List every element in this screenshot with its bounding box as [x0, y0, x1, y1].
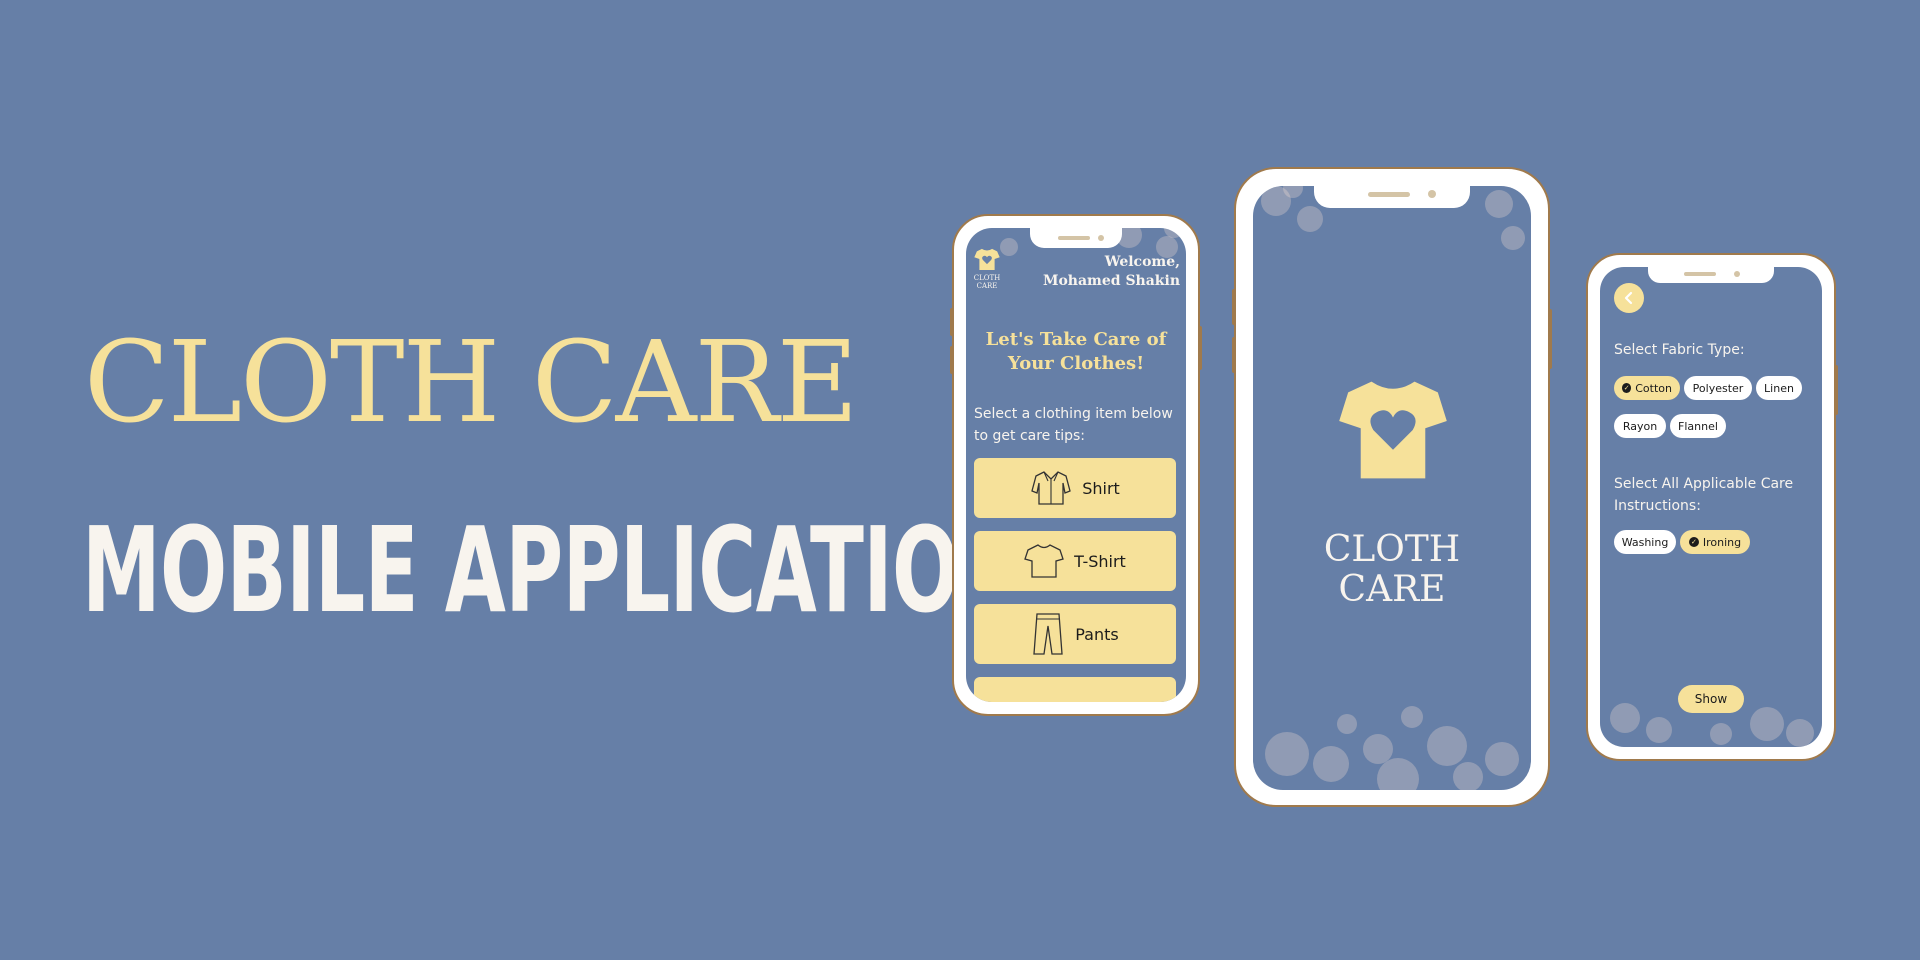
phone-splash: CLOTH CARE: [1232, 167, 1552, 807]
fabric-chip-polyester[interactable]: Polyester: [1684, 376, 1752, 400]
phone-notch: [1648, 267, 1774, 283]
options-screen: Select Fabric Type: ✓ Cotton Polyester L…: [1600, 267, 1822, 747]
fabric-chip-cotton[interactable]: ✓ Cotton: [1614, 376, 1680, 400]
fabric-chip-rayon[interactable]: Rayon: [1614, 414, 1666, 438]
tshirt-icon: [1024, 544, 1064, 578]
app-logo: CLOTH CARE: [972, 248, 1002, 290]
fabric-type-label: Select Fabric Type:: [1614, 342, 1745, 358]
home-heading: Let's Take Care of Your Clothes!: [966, 328, 1186, 376]
pants-button[interactable]: Pants: [974, 604, 1176, 664]
chip-label: Washing: [1621, 535, 1669, 549]
welcome-greeting: Welcome,: [1104, 254, 1180, 270]
phone-home: CLOTH CARE Welcome, Mohamed Shakin Let's…: [950, 214, 1202, 716]
care-chip-washing[interactable]: Washing: [1614, 530, 1676, 554]
chip-label: Cotton: [1635, 381, 1672, 395]
shirt-label: Shirt: [1082, 478, 1120, 498]
care-instructions-label: Select All Applicable Care Instructions:: [1614, 476, 1794, 514]
tshirt-button[interactable]: T-Shirt: [974, 531, 1176, 591]
tshirt-heart-icon: [974, 248, 1000, 270]
volume-button: [950, 346, 954, 374]
volume-button: [1232, 337, 1236, 373]
pants-label: Pants: [1075, 624, 1119, 644]
care-chip-ironing[interactable]: ✓ Ironing: [1680, 530, 1750, 554]
power-button: [1548, 309, 1552, 369]
welcome-user-name: Mohamed Shakin: [1042, 273, 1180, 289]
check-icon: ✓: [1622, 383, 1632, 393]
power-button: [1198, 326, 1202, 370]
hero-subtitle: MOBILE APPLICATION: [82, 501, 1025, 639]
power-button: [1834, 365, 1838, 415]
shirt-icon: [1031, 471, 1071, 505]
pants-icon: [1033, 613, 1063, 655]
volume-button: [1232, 289, 1236, 325]
splash-brand-line1: CLOTH: [1323, 529, 1461, 570]
logo-text-line1: CLOTH: [973, 274, 1001, 282]
chip-label: Linen: [1764, 381, 1794, 395]
check-icon: ✓: [1688, 537, 1699, 547]
welcome-message: Welcome, Mohamed Shakin: [1043, 253, 1180, 291]
chip-label: Ironing: [1702, 535, 1742, 549]
splash-screen: CLOTH CARE: [1253, 186, 1531, 790]
phone-notch: [1030, 228, 1122, 248]
tshirt-heart-icon: [1339, 381, 1447, 479]
hero-title: CLOTH CARE: [84, 318, 859, 448]
chip-label: Flannel: [1678, 419, 1718, 433]
splash-brand-line2: CARE: [1338, 569, 1446, 610]
phone-options: Select Fabric Type: ✓ Cotton Polyester L…: [1586, 253, 1838, 761]
chip-label: Polyester: [1692, 381, 1744, 395]
tshirt-label: T-Shirt: [1074, 551, 1126, 571]
logo-text-line2: CARE: [976, 282, 998, 290]
back-button[interactable]: [1614, 283, 1644, 313]
fabric-chip-flannel[interactable]: Flannel: [1670, 414, 1726, 438]
phone-notch: [1314, 186, 1470, 208]
shirt-button[interactable]: Shirt: [974, 458, 1176, 518]
chip-label: Rayon: [1622, 419, 1658, 433]
show-button[interactable]: Show: [1678, 685, 1744, 713]
home-heading-line1: Let's Take Care of: [985, 329, 1167, 350]
chevron-left-icon: [1624, 291, 1633, 305]
select-prompt: Select a clothing item below to get care…: [974, 406, 1173, 444]
clothing-item-button[interactable]: [974, 677, 1176, 702]
fabric-chip-linen[interactable]: Linen: [1756, 376, 1802, 400]
splash-brand: CLOTH CARE: [1253, 530, 1531, 610]
volume-button: [950, 308, 954, 336]
home-heading-line2: Your Clothes!: [1007, 353, 1145, 374]
home-screen: CLOTH CARE Welcome, Mohamed Shakin Let's…: [966, 228, 1186, 702]
